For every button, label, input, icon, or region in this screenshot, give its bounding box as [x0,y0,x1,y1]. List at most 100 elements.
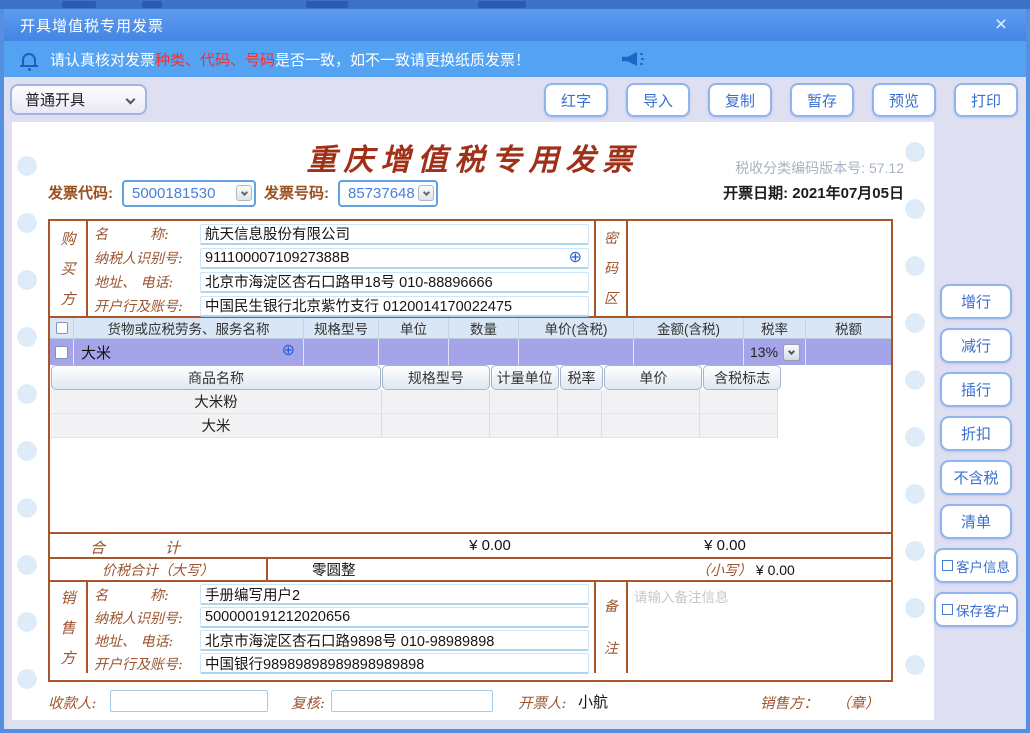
notice-prefix: 请认真核对发票 [50,52,155,69]
item-unit-price-cell[interactable] [519,339,634,365]
invoice-table: 购买方 名 称: 纳税人识别号: ⊕ [48,219,893,682]
red-letter-button[interactable]: 红字 [544,83,608,117]
totals-row: 合 计 ¥ 0.00 ¥ 0.00 [50,532,891,557]
seal-placeholder: （章） [836,692,880,713]
buyer-address-input[interactable] [200,272,589,293]
suggest-col-spec: 规格型号 [382,365,490,390]
tax-exclusive-button[interactable]: 不含税 [940,460,1012,495]
col-header-tax-rate: 税率 [744,318,806,338]
invoice-number-label: 发票号码: [264,180,329,208]
invoice-dialog: 开具增值税专用发票 × 请认真核对发票种类、代码、号码是否一致，如不一致请更换纸… [0,9,1030,733]
insert-row-button[interactable]: 插行 [940,372,1012,407]
suggest-row-damifen[interactable]: 大米粉 [51,390,781,414]
checkbox-icon [942,560,953,571]
invoice-code-label: 发票代码: [48,180,113,208]
seller-address-label: 地址、 电话: [88,631,200,651]
background-artifact [306,1,348,8]
lookup-plus-circle-icon[interactable]: ⊕ [569,247,582,269]
invoice-code-value: 5000181530 [132,185,215,202]
buyer-taxid-input[interactable] [200,248,589,269]
row-checkbox[interactable] [55,346,68,359]
dialog-titlebar: 开具增值税专用发票 × [4,9,1026,41]
seller-taxid-row: 纳税人识别号: [88,606,594,629]
item-tax-amount-cell[interactable] [806,339,891,365]
add-row-button[interactable]: 增行 [940,284,1012,319]
buyer-side-label: 购买方 [60,224,76,314]
seller-bank-input[interactable] [200,653,589,674]
product-suggest-panel: 商品名称 规格型号 计量单位 税率 单价 含税标志 大米粉 [51,365,781,438]
chevron-down-icon [418,185,434,201]
notice-suffix: 是否一致，如不一致请更换纸质发票！ [275,52,530,69]
close-icon[interactable]: × [988,9,1014,41]
print-button[interactable]: 打印 [954,83,1018,117]
chevron-down-icon [126,95,136,105]
invoice-code-select[interactable]: 5000181530 [122,180,256,207]
reviewer-input[interactable] [331,690,493,712]
invoice-code-row: 发票代码: 5000181530 发票号码: 85737648 开票日期: 20… [48,180,904,212]
item-unit-cell[interactable] [379,339,449,365]
buyer-name-input[interactable] [200,224,589,245]
item-spec-cell[interactable] [304,339,379,365]
discount-button[interactable]: 折扣 [940,416,1012,451]
seller-name-input[interactable] [200,584,589,605]
row-action-panel: 增行 减行 插行 折扣 不含税 清单 客户信息 保存客户 [926,122,1026,729]
copy-button[interactable]: 复制 [708,83,772,117]
seller-section: 销售方 名 称: 纳税人识别号: [50,580,891,673]
suggest-row-dami[interactable]: 大米 [51,414,781,438]
notice-bar: 请认真核对发票种类、代码、号码是否一致，如不一致请更换纸质发票！ [4,41,1026,77]
seller-taxid-input[interactable] [200,607,589,628]
seller-address-row: 地址、 电话: [88,629,594,652]
work-area: 重庆增值税专用发票 税收分类编码版本号: 57.12 发票代码: 5000181… [4,122,1026,729]
toolbar-buttons: 红字 导入 复制 暂存 预览 打印 [544,83,1018,117]
select-all-checkbox[interactable] [56,322,68,334]
invoice-date-value: 2021年07月05日 [792,185,904,202]
payee-input[interactable] [110,690,268,712]
item-row-selected: 大米 ⊕ 13% [50,339,891,365]
buyer-section: 购买方 名 称: 纳税人识别号: ⊕ [50,221,891,318]
background-artifact [62,1,96,8]
tax-rate-dropdown-button[interactable] [783,344,800,361]
totals-label: 合 计 [90,537,180,558]
password-area-label-cell: 密码区 [596,221,628,316]
seller-fields: 名 称: 纳税人识别号: 地址、 电话: [88,582,596,673]
save-draft-button[interactable]: 暂存 [790,83,854,117]
background-app-strip [0,0,1030,9]
remark-label-cell: 备注 [596,582,628,673]
import-button[interactable]: 导入 [626,83,690,117]
tax-code-version-note: 税收分类编码版本号: 57.12 [735,158,904,178]
notice-text: 请认真核对发票种类、代码、号码是否一致，如不一致请更换纸质发票！ [50,49,530,70]
suggest-col-unit: 计量单位 [491,365,559,390]
seller-name-label: 名 称: [88,585,200,605]
seller-address-input[interactable] [200,630,589,651]
figures-value: ¥ 0.00 [756,562,795,578]
grand-total-words: 零圆整 [312,559,356,580]
item-quantity-cell[interactable] [449,339,519,365]
remove-row-button[interactable]: 减行 [940,328,1012,363]
suggest-item-name: 大米 [51,414,382,438]
preview-button[interactable]: 预览 [872,83,936,117]
payee-label: 收款人: [48,692,96,713]
suggest-item-name: 大米粉 [51,390,382,414]
password-area [628,221,891,316]
lookup-plus-circle-icon[interactable]: ⊕ [282,340,295,360]
item-name-cell[interactable]: 大米 ⊕ [74,342,303,363]
save-customer-toggle[interactable]: 保存客户 [934,592,1018,627]
invoice-number-select[interactable]: 85737648 [338,180,438,207]
item-amount-cell[interactable] [634,339,744,365]
password-area-label: 密码区 [603,224,619,314]
invoice-date-label: 开票日期: [723,185,788,202]
suggest-col-tax-flag: 含税标志 [703,365,781,390]
buyer-bank-input[interactable] [200,296,589,317]
customer-info-toggle[interactable]: 客户信息 [934,548,1018,583]
issue-mode-select[interactable]: 普通开具 [10,84,147,115]
col-header-tax-amount: 税额 [806,318,891,338]
remark-input[interactable] [628,582,891,673]
buyer-taxid-row: 纳税人识别号: ⊕ [88,246,594,270]
col-header-unit: 单位 [379,318,449,338]
issue-mode-value: 普通开具 [25,89,85,110]
seller-bank-row: 开户行及账号: [88,652,594,675]
speaker-icon[interactable] [622,51,644,67]
list-button[interactable]: 清单 [940,504,1012,539]
invoice-app-window: 开具增值税专用发票 × 请认真核对发票种类、代码、号码是否一致，如不一致请更换纸… [0,0,1030,733]
drawer-label: 开票人: [518,692,566,713]
